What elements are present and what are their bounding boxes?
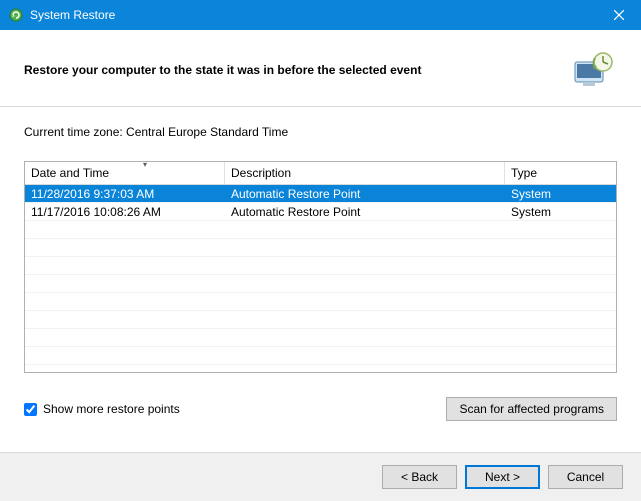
column-header-datetime[interactable]: Date and Time ▾ bbox=[25, 162, 225, 184]
show-more-label: Show more restore points bbox=[43, 402, 180, 416]
cell-datetime: 11/17/2016 10:08:26 AM bbox=[25, 203, 225, 221]
restore-points-list[interactable]: Date and Time ▾ Description Type 11/28/2… bbox=[24, 161, 617, 373]
scan-affected-button[interactable]: Scan for affected programs bbox=[446, 397, 617, 421]
show-more-restore-points[interactable]: Show more restore points bbox=[24, 402, 446, 416]
cell-type: System bbox=[505, 185, 616, 203]
window-title: System Restore bbox=[30, 8, 596, 22]
empty-row bbox=[25, 257, 616, 275]
page-heading: Restore your computer to the state it wa… bbox=[24, 63, 569, 77]
titlebar[interactable]: System Restore bbox=[0, 0, 641, 30]
empty-row bbox=[25, 329, 616, 347]
wizard-header: Restore your computer to the state it wa… bbox=[0, 30, 641, 107]
cell-type: System bbox=[505, 203, 616, 221]
next-button[interactable]: Next > bbox=[465, 465, 540, 489]
sort-indicator-icon: ▾ bbox=[143, 161, 147, 169]
restore-point-row[interactable]: 11/28/2016 9:37:03 AMAutomatic Restore P… bbox=[25, 185, 616, 203]
cell-description: Automatic Restore Point bbox=[225, 203, 505, 221]
restore-point-row[interactable]: 11/17/2016 10:08:26 AMAutomatic Restore … bbox=[25, 203, 616, 221]
timezone-label: Current time zone: Central Europe Standa… bbox=[24, 125, 617, 139]
empty-row bbox=[25, 221, 616, 239]
empty-row bbox=[25, 347, 616, 365]
show-more-checkbox[interactable] bbox=[24, 403, 37, 416]
cancel-button[interactable]: Cancel bbox=[548, 465, 623, 489]
wizard-footer: < Back Next > Cancel bbox=[0, 452, 641, 501]
empty-row bbox=[25, 293, 616, 311]
list-header: Date and Time ▾ Description Type bbox=[25, 162, 616, 185]
wizard-icon bbox=[569, 48, 617, 92]
close-icon bbox=[614, 10, 624, 20]
close-button[interactable] bbox=[596, 0, 641, 30]
cell-datetime: 11/28/2016 9:37:03 AM bbox=[25, 185, 225, 203]
cell-description: Automatic Restore Point bbox=[225, 185, 505, 203]
column-header-type[interactable]: Type bbox=[505, 162, 616, 184]
back-button[interactable]: < Back bbox=[382, 465, 457, 489]
system-restore-icon bbox=[8, 7, 24, 23]
empty-row bbox=[25, 275, 616, 293]
empty-row bbox=[25, 311, 616, 329]
empty-row bbox=[25, 239, 616, 257]
column-header-description[interactable]: Description bbox=[225, 162, 505, 184]
wizard-body: Current time zone: Central Europe Standa… bbox=[0, 107, 641, 421]
